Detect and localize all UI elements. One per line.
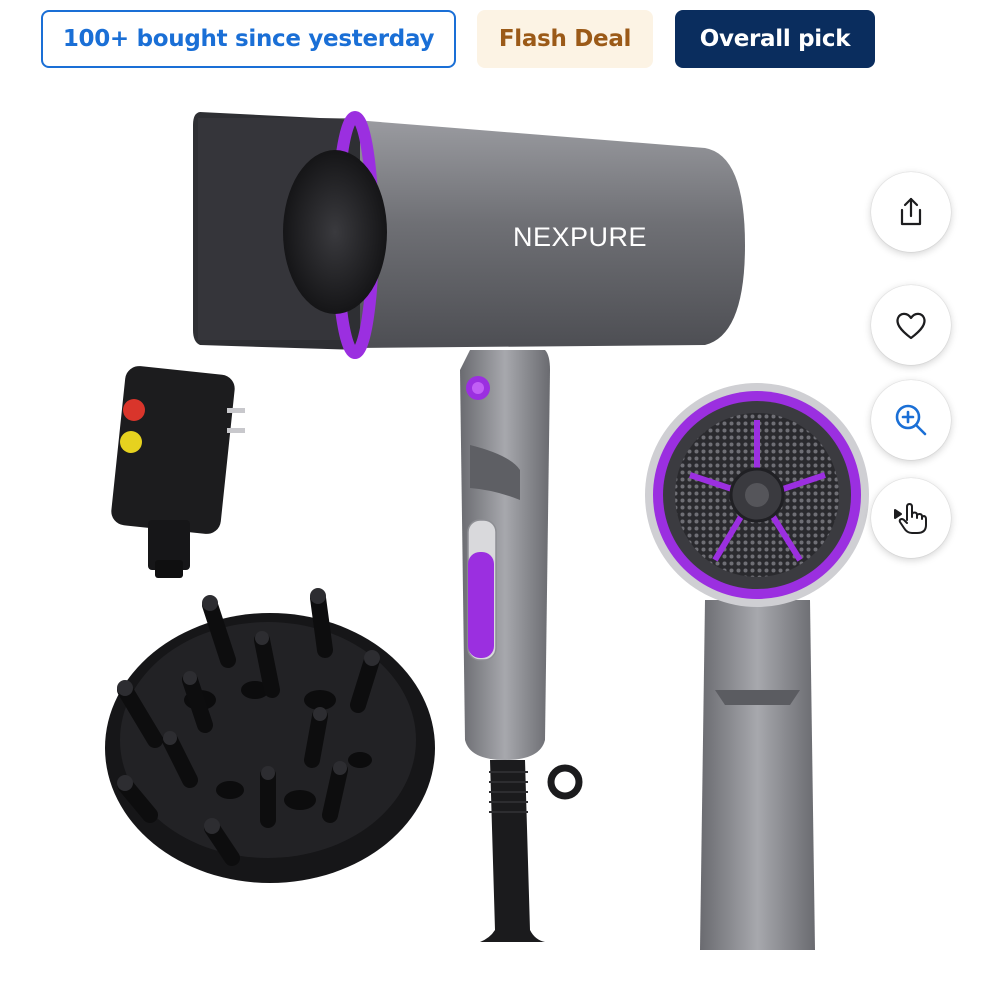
- plug-adapter: [111, 366, 245, 578]
- share-button[interactable]: [871, 172, 951, 252]
- zoom-in-icon: [895, 404, 927, 436]
- bought-count-badge: 100+ bought since yesterday: [41, 10, 456, 68]
- brand-logo: NEXPURE: [513, 222, 647, 252]
- flash-deal-badge: Flash Deal: [477, 10, 653, 68]
- hand-pointer-icon: [894, 503, 927, 534]
- favorite-button[interactable]: [871, 285, 951, 365]
- diffuser-attachment: [105, 588, 435, 883]
- overall-pick-badge: Overall pick: [675, 10, 875, 68]
- zoom-button[interactable]: [871, 380, 951, 460]
- heart-icon: [896, 312, 926, 340]
- dryer-back-view: [645, 383, 869, 950]
- share-icon: [900, 197, 922, 226]
- product-image[interactable]: NEXPURE: [70, 90, 870, 990]
- view-in-3d-button[interactable]: [871, 478, 951, 558]
